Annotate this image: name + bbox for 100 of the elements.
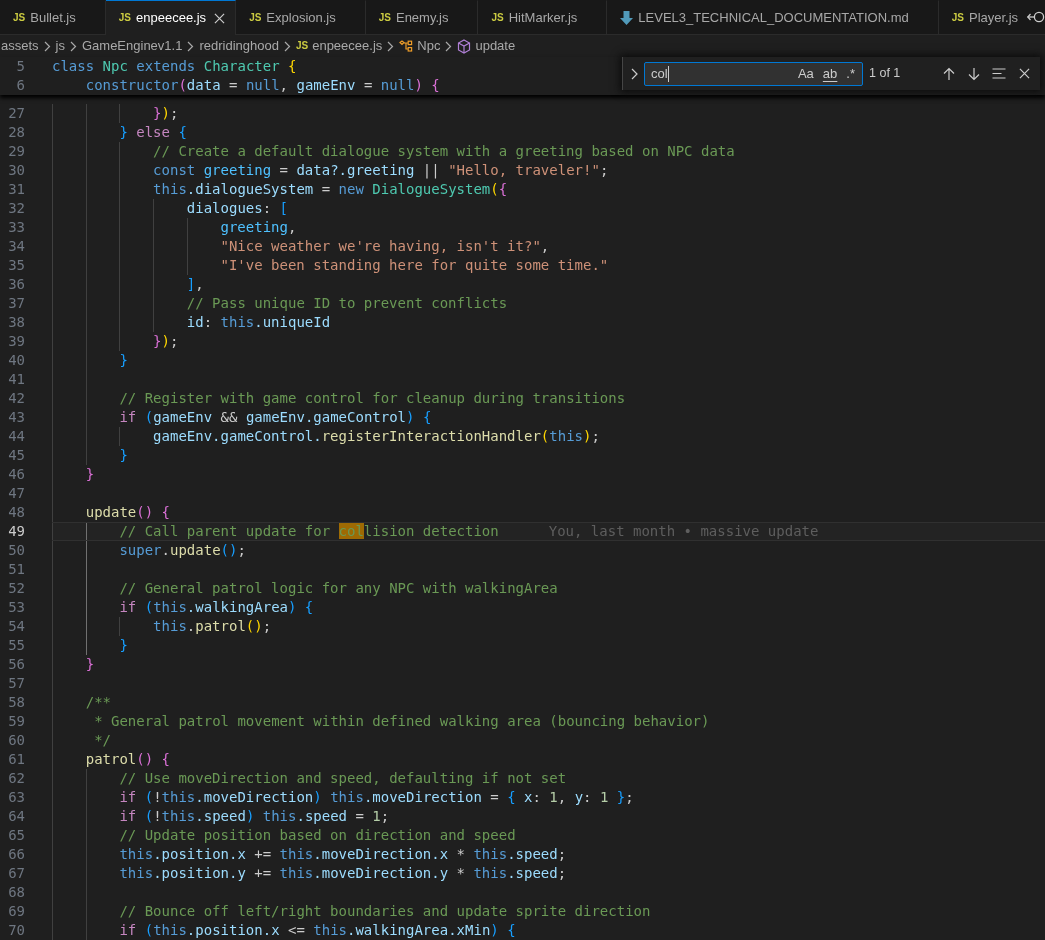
- blame-annotation: You, last month • massive update: [548, 523, 819, 540]
- code-line: // Create a default dialogue system with a greeting based on NPC data: [153, 143, 735, 160]
- line-number: 42: [8, 389, 25, 408]
- line-number: 67: [8, 864, 25, 883]
- code-line: }: [119, 637, 128, 654]
- line-number: 45: [8, 446, 25, 465]
- code-line: gameEnv.gameControl.registerInteractionHandler(this);: [153, 428, 600, 445]
- line-number: 64: [8, 807, 25, 826]
- breadcrumb-item[interactable]: redridinghood: [199, 36, 279, 56]
- line-number: 61: [8, 750, 25, 769]
- line-number: 29: [8, 142, 25, 161]
- line-number: 56: [8, 655, 25, 674]
- line-number: 70: [8, 921, 25, 940]
- editor-tab[interactable]: LEVEL3_TECHNICAL_DOCUMENTATION.md: [607, 0, 939, 35]
- code-line: ],: [186, 276, 204, 293]
- code-line: if (this.position.x <= this.walkingArea.xMin) {: [119, 922, 516, 939]
- line-number: 53: [8, 598, 25, 617]
- line-number: 35: [8, 256, 25, 275]
- editor-tab[interactable]: JS Explosion.js: [236, 0, 366, 35]
- code-line: // Update position based on direction and speed: [119, 827, 516, 844]
- commit-icon: [1027, 11, 1045, 23]
- line-number: 49: [8, 522, 25, 541]
- line-number: 31: [8, 180, 25, 199]
- breadcrumb-item[interactable]: JS enpeecee.js: [295, 36, 383, 56]
- line-number: 66: [8, 845, 25, 864]
- line-number: 5: [16, 57, 25, 76]
- code-line: "Nice weather we're having, isn't it?",: [220, 238, 550, 255]
- line-number: 51: [8, 560, 25, 579]
- line-number: 43: [8, 408, 25, 427]
- code-line: // Use moveDirection and speed, defaulting if not set: [119, 770, 567, 787]
- code-line: }: [85, 466, 95, 483]
- code-line: // Bounce off left/right boundaries and update sprite direction: [119, 903, 651, 920]
- code-line: update() {: [85, 504, 170, 521]
- code-line: // General patrol logic for any NPC with walkingArea: [119, 580, 558, 597]
- regex-toggle[interactable]: .*: [842, 64, 859, 83]
- line-number: 55: [8, 636, 25, 655]
- code-line: "I've been standing here for quite some time.": [220, 257, 609, 274]
- code-line: }: [85, 656, 95, 673]
- line-number: 32: [8, 199, 25, 218]
- file-type-label: JS: [378, 11, 391, 24]
- code-line: if (!this.moveDirection) this.moveDirection = { x: 1, y: 1 };: [119, 789, 634, 806]
- arrow-up-icon: [943, 66, 955, 81]
- line-number: 65: [8, 826, 25, 845]
- line-number: 63: [8, 788, 25, 807]
- line-number: 30: [8, 161, 25, 180]
- arrow-down-icon: [620, 10, 634, 25]
- breadcrumb-item[interactable]: js: [55, 36, 65, 56]
- code-line: this.position.x += this.moveDirection.x * this.speed;: [119, 846, 567, 863]
- code-line: patrol() {: [85, 751, 170, 768]
- code-line: * General patrol movement within defined walking area (bouncing behavior): [94, 713, 710, 730]
- code-line: const greeting = data?.greeting || "Hello, traveler!";: [153, 162, 609, 179]
- code-line: this.position.y += this.moveDirection.y * this.speed;: [119, 865, 567, 882]
- file-type-label: JS: [118, 12, 131, 24]
- line-number: 54: [8, 617, 25, 636]
- line-number: 41: [8, 370, 25, 389]
- code-line: greeting,: [220, 219, 297, 236]
- line-number: 57: [8, 674, 25, 693]
- match-case-toggle[interactable]: Aa: [793, 64, 818, 83]
- line-number: 37: [8, 294, 25, 313]
- chevron-right-icon: [283, 40, 291, 52]
- line-number: 40: [8, 351, 25, 370]
- line-number: 38: [8, 313, 25, 332]
- breadcrumb-item[interactable]: GameEnginev1.1: [81, 36, 183, 56]
- line-number: 47: [8, 484, 25, 503]
- chevron-right-icon: [445, 40, 453, 52]
- breadcrumb-item[interactable]: assets: [1, 36, 39, 56]
- editor-tab[interactable]: JS enpeecee.js: [105, 0, 237, 35]
- line-number: 59: [8, 712, 25, 731]
- code-line: */: [94, 732, 111, 749]
- code-line: // Call parent update for collision detection: [119, 523, 499, 540]
- code-line: });: [153, 333, 179, 350]
- code-line: id: this.uniqueId: [186, 314, 331, 331]
- code-line: this.patrol();: [153, 618, 272, 635]
- code-line: }: [119, 352, 128, 369]
- editor-tab[interactable]: JS Enemy.js: [365, 0, 479, 35]
- file-type-label: JS: [295, 40, 309, 52]
- file-type-label: JS: [13, 11, 26, 24]
- whole-word-toggle[interactable]: ab: [818, 64, 842, 83]
- file-type-label: JS: [491, 11, 504, 24]
- chevron-right-icon: [630, 67, 638, 80]
- editor-tab[interactable]: JS HitMarker.js: [478, 0, 608, 35]
- line-number: 62: [8, 769, 25, 788]
- find-input[interactable]: col Aa ab .*: [644, 61, 863, 86]
- chevron-right-icon: [187, 40, 195, 52]
- editor-tab[interactable]: JS Bullet.js: [0, 0, 106, 35]
- breadcrumb-item[interactable]: Npc: [399, 36, 441, 56]
- code-line: } else {: [119, 124, 187, 141]
- code-line: // Register with game control for cleanup during transitions: [119, 390, 626, 407]
- code-line: /**: [85, 694, 111, 711]
- code-line: constructor(data = null, gameEnv = null) {: [85, 77, 440, 94]
- line-number: 44: [8, 427, 25, 446]
- cube-icon: [457, 38, 472, 54]
- code-line: if (gameEnv && gameEnv.gameControl) {: [119, 409, 432, 426]
- close-icon: [1018, 68, 1030, 79]
- chevron-right-icon: [43, 40, 51, 52]
- line-number: 52: [8, 579, 25, 598]
- close-icon: [213, 12, 225, 24]
- code-line: if (this.walkingArea) {: [119, 599, 314, 616]
- breadcrumb-item[interactable]: update: [457, 36, 516, 56]
- file-type-label: JS: [249, 11, 262, 24]
